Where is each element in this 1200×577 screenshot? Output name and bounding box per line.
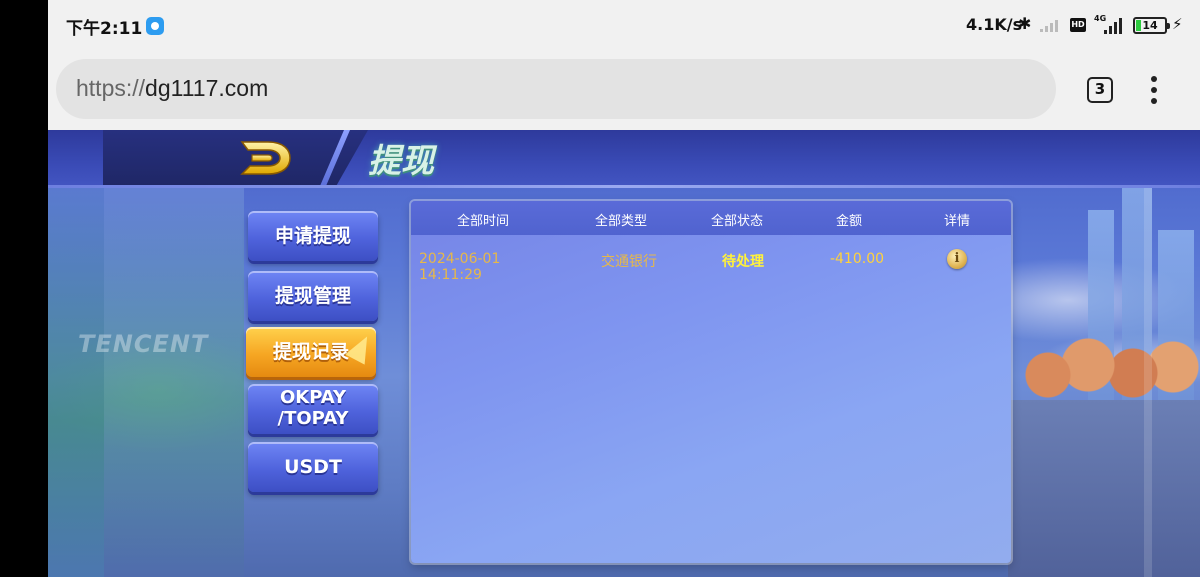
hd-badge: HD [1070,18,1086,32]
sidebar-item-usdt[interactable]: USDT [248,442,378,492]
d-logo-icon [240,141,291,175]
game-canvas: TENCENT 提现 申请提现 提现管理 提现记录 OKPAY /TOPAY U… [48,130,1200,577]
column-amount: 金额 [835,214,862,229]
cellular-signal-icon: 4G [1094,14,1126,34]
sidebar-item-okpay-topay[interactable]: OKPAY /TOPAY [248,384,378,434]
charging-icon: ⚡ [1172,15,1183,33]
filter-all-type[interactable]: 全部类型 [571,210,671,229]
record-status: 待处理 [722,254,764,270]
game-header: 提现 [48,130,1200,188]
background-road [1008,400,1200,577]
battery-level: 14 [1142,19,1158,32]
tab-switcher-button[interactable]: 3 [1087,77,1113,103]
background-scenery [48,188,104,577]
record-amount: -410.00 [829,251,885,267]
status-time: 下午2:11 [66,19,143,39]
filter-all-status[interactable]: 全部状态 [687,210,787,229]
filter-all-time[interactable]: 全部时间 [411,210,555,229]
sidebar-item-label: OKPAY /TOPAY [277,387,349,429]
sidebar-item-label: USDT [284,456,342,478]
sidebar-item-label: 提现管理 [274,285,351,307]
sidebar-item-withdraw-manage[interactable]: 提现管理 [248,271,378,321]
bluetooth-icon: ✱ [1018,14,1032,33]
record-time: 2024-06-01 14:11:29 [419,251,501,283]
sidebar-item-label: 申请提现 [274,225,351,247]
battery-icon: 14 [1133,17,1170,34]
records-table-header: 全部时间 全部类型 全部状态 金额 详情 [411,201,1011,235]
device-bezel [0,0,48,577]
background-scenery [104,188,244,577]
sidebar-item-apply-withdraw[interactable]: 申请提现 [248,211,378,261]
background-text: TENCENT [78,330,209,358]
browser-toolbar: https://dg1117.com 3 [48,52,1200,130]
notification-app-icon [146,17,164,35]
address-bar[interactable]: https://dg1117.com [56,59,1056,119]
background-divider [1144,130,1152,577]
table-row: 2024-06-01 14:11:29 交通银行 待处理 -410.00 i [411,239,1011,283]
sidebar-item-withdraw-records[interactable]: 提现记录 [246,327,377,377]
status-bar: 下午2:11 4.1K/s ✱ HD 4G 14 ⚡ [48,0,1200,52]
column-detail: 详情 [943,214,970,229]
info-icon[interactable]: i [947,249,967,269]
more-vertical-icon[interactable] [1146,76,1162,104]
weak-signal-icon [1040,20,1058,32]
record-type: 交通银行 [601,254,657,270]
network-speed: 4.1K/s [966,15,1023,34]
url-text[interactable]: https://dg1117.com [76,75,268,102]
withdraw-records-panel: 全部时间 全部类型 全部状态 金额 详情 2024-06-01 14:11:29… [411,201,1011,563]
page-title: 提现 [368,141,434,180]
